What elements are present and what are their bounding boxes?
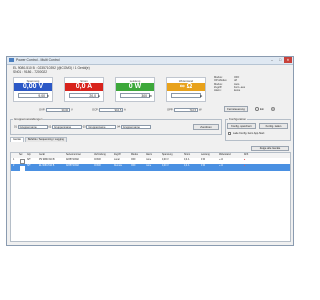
title-bar: Power Control - Multi Control – □ ✕ bbox=[7, 57, 293, 65]
group-name-input-1[interactable]: Gruppenname bbox=[17, 125, 48, 129]
tab-commands[interactable]: Befehle / Sequencing / Logging bbox=[24, 137, 67, 142]
config-title: Konfiguration bbox=[228, 117, 248, 121]
power-value: 0 W bbox=[116, 83, 154, 91]
table-row[interactable]: 1 N/T PS 9080-510 B 0235710392 COM3 Loca… bbox=[11, 158, 290, 164]
group-row: 01 Gruppenname 02 Gruppenname 03 Gruppen… bbox=[14, 125, 151, 129]
assign-button[interactable]: Zuordnen bbox=[193, 124, 219, 130]
power-on-radio[interactable] bbox=[255, 107, 259, 111]
voltage-set-input[interactable]: 9,00 V bbox=[18, 93, 49, 98]
power-on-label: Ein bbox=[260, 107, 265, 111]
power-indicator-icon bbox=[271, 107, 275, 111]
status-dot-icon: ● bbox=[244, 165, 246, 167]
resistance-set-input[interactable]: Ω bbox=[171, 93, 202, 98]
device-line-2: SN01 : 9186 - 7200022 bbox=[13, 70, 48, 75]
current-set-input[interactable]: 20,0 A bbox=[69, 93, 100, 98]
resistance-value: ∞ Ω bbox=[167, 83, 205, 91]
device-header: EL 9080-510 B : 0235710392 (@COM3) / 1 G… bbox=[13, 66, 90, 74]
device-table: Sel Grp Gerät Seriennummer Verbindung Zu… bbox=[10, 152, 291, 242]
row-select-checkbox[interactable] bbox=[20, 166, 25, 171]
status-list: Modus: OFF OP-Modus: off Modus: Auto Zugrif… bbox=[214, 76, 246, 93]
remote-button[interactable]: Fernsteuerung bbox=[224, 106, 248, 112]
power-set-input[interactable]: 300 W bbox=[120, 93, 152, 98]
ovp-input[interactable]: 30,00 bbox=[46, 108, 71, 112]
autoload-checkbox[interactable] bbox=[228, 132, 231, 135]
main-window: Power Control - Multi Control – □ ✕ EL 9… bbox=[6, 56, 294, 246]
ovp-field: OVP: 30,00 V bbox=[39, 108, 73, 112]
voltage-panel: Spannung 0,00 V 9,00 V bbox=[13, 77, 53, 102]
show-all-button[interactable]: Zeige alle Geräte bbox=[251, 146, 289, 151]
voltage-value: 0,00 V bbox=[14, 83, 52, 91]
table-row[interactable]: 2 N/T EL 9080-510 B 0235710392 COM3 Remo… bbox=[11, 164, 290, 171]
groups-title: Gruppenverwaltungen bbox=[13, 117, 44, 121]
ocp-input[interactable]: 910,5 bbox=[99, 108, 124, 112]
group-name-input-4[interactable]: Gruppenname bbox=[120, 125, 151, 129]
minimize-button[interactable]: – bbox=[268, 57, 276, 63]
ocp-field: OCP: 910,5 A bbox=[92, 108, 126, 112]
opp-field: OPP: 710,5 W bbox=[167, 108, 202, 112]
autoload-label: Lade Konfig. beim App-Start bbox=[233, 132, 265, 135]
close-button[interactable]: ✕ bbox=[284, 57, 292, 63]
resistance-panel: Widerstand ∞ Ω Ω bbox=[166, 77, 206, 102]
config-load-button[interactable]: Konfig. laden bbox=[259, 123, 288, 129]
status-dot-icon: ● bbox=[244, 159, 246, 161]
tab-devices[interactable]: Geräte bbox=[10, 137, 24, 142]
opp-input[interactable]: 710,5 bbox=[174, 108, 199, 112]
current-value: 0,0 A bbox=[65, 83, 103, 91]
power-panel: Leistung 0 W 300 W bbox=[115, 77, 155, 102]
tab-bar: Geräte Befehle / Sequencing / Logging bbox=[10, 137, 68, 142]
group-name-input-3[interactable]: Gruppenname bbox=[86, 125, 117, 129]
config-save-button[interactable]: Konfig. speichern bbox=[227, 123, 256, 129]
maximize-button[interactable]: □ bbox=[276, 57, 284, 63]
window-title: Power Control - Multi Control bbox=[16, 58, 60, 62]
app-icon bbox=[9, 58, 14, 62]
current-panel: Strom 0,0 A 20,0 A bbox=[64, 77, 104, 102]
group-name-input-2[interactable]: Gruppenname bbox=[51, 125, 82, 129]
